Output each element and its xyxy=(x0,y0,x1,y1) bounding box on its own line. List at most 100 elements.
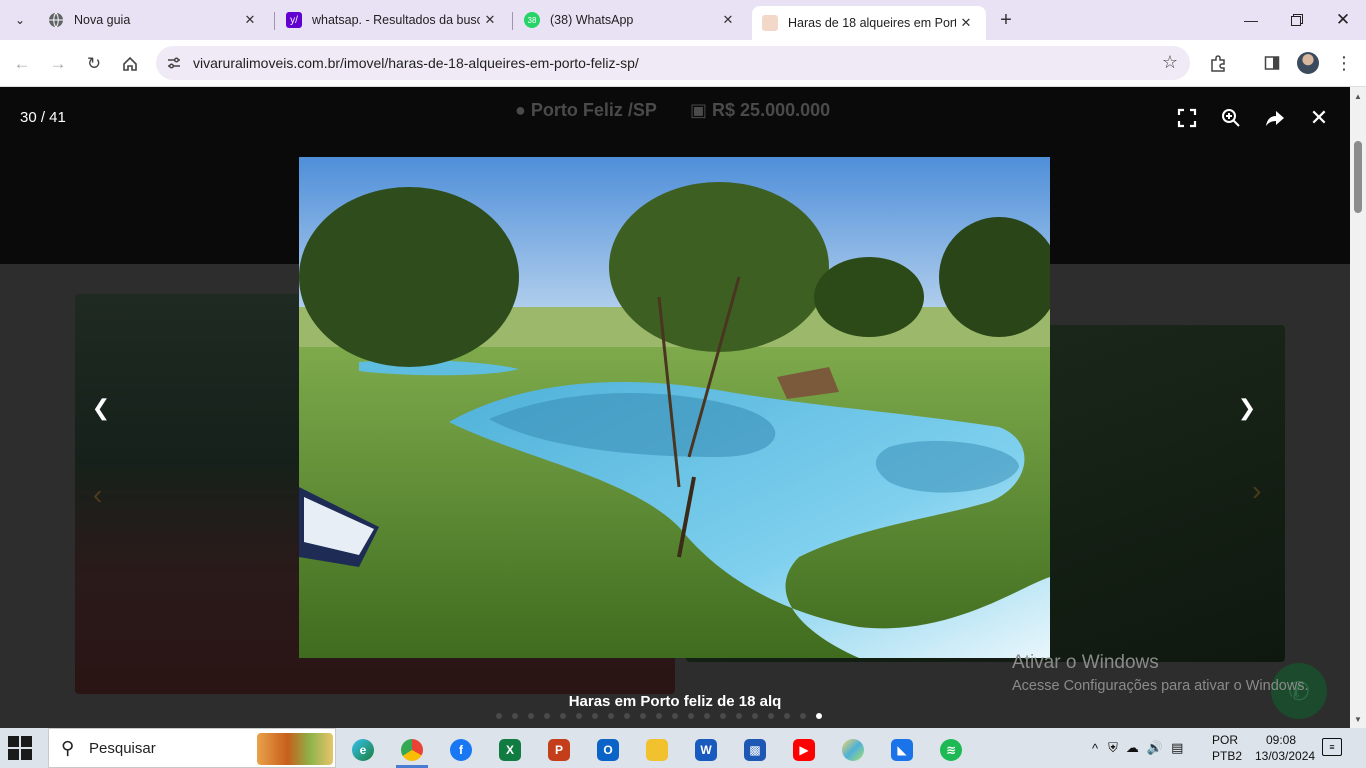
chevron-up-icon[interactable]: ^ xyxy=(1092,741,1098,756)
close-lightbox-button[interactable]: ✕ xyxy=(1304,103,1334,133)
word-icon[interactable]: W xyxy=(686,732,726,768)
pagination-dot[interactable] xyxy=(688,713,694,719)
tab-whatsap-busca[interactable]: y/ whatsap. - Resultados da busca ✕ xyxy=(276,4,510,36)
language-indicator[interactable]: POR PTB2 xyxy=(1212,732,1242,764)
excel-icon[interactable]: X xyxy=(490,732,530,768)
outlook-icon[interactable]: O xyxy=(588,732,628,768)
pagination-dot[interactable] xyxy=(672,713,678,719)
app2-icon[interactable]: ◣ xyxy=(882,732,922,768)
pagination-dot[interactable] xyxy=(592,713,598,719)
notifications-icon[interactable]: ≡ xyxy=(1322,738,1342,756)
home-button[interactable] xyxy=(116,50,144,78)
tab-whatsapp[interactable]: 38 (38) WhatsApp ✕ xyxy=(514,4,748,36)
previous-image-button[interactable]: ❮ xyxy=(86,393,116,423)
reload-button[interactable]: ↻ xyxy=(80,50,108,78)
pagination-dot[interactable] xyxy=(608,713,614,719)
zoom-in-button[interactable] xyxy=(1216,103,1246,133)
restore-icon xyxy=(1291,14,1303,26)
address-bar[interactable]: vivaruralimoveis.com.br/imovel/haras-de-… xyxy=(156,46,1190,80)
close-tab-icon[interactable]: ✕ xyxy=(718,10,738,30)
pagination-dot[interactable] xyxy=(752,713,758,719)
extensions-icon[interactable] xyxy=(1206,51,1230,75)
whatsapp-icon: 38 xyxy=(524,12,540,28)
next-image-button[interactable]: ❯ xyxy=(1232,393,1262,423)
pagination-dot[interactable] xyxy=(512,713,518,719)
system-tray: ^ ⛨ ☁ 🔊 ▤ xyxy=(1092,728,1191,768)
edge-icon[interactable]: e xyxy=(343,732,383,768)
restore-button[interactable] xyxy=(1274,0,1320,40)
pagination-dot[interactable] xyxy=(528,713,534,719)
scroll-up-icon[interactable]: ▲ xyxy=(1350,89,1366,103)
start-button[interactable] xyxy=(8,736,32,760)
page-scrollbar[interactable]: ▲ ▼ xyxy=(1350,87,1366,728)
browser-toolbar: ← → ↻ vivaruralimoveis.com.br/imovel/har… xyxy=(0,40,1366,87)
pagination-dot[interactable] xyxy=(656,713,662,719)
share-icon xyxy=(1266,111,1284,126)
pagination-dot[interactable] xyxy=(496,713,502,719)
url-text[interactable]: vivaruralimoveis.com.br/imovel/haras-de-… xyxy=(193,55,639,71)
profile-avatar[interactable] xyxy=(1297,52,1319,74)
photo-caption: Haras em Porto feliz de 18 alq xyxy=(568,693,782,710)
app-icon[interactable]: ▩ xyxy=(735,732,775,768)
scrollbar-thumb[interactable] xyxy=(1354,141,1362,213)
pagination-dot[interactable] xyxy=(768,713,774,719)
search-icon: ⚲ xyxy=(61,738,75,758)
bookmark-star-icon[interactable]: ☆ xyxy=(1162,52,1178,73)
close-tab-icon[interactable]: ✕ xyxy=(956,13,976,33)
network-icon[interactable]: ▤ xyxy=(1171,740,1183,756)
pagination-dot[interactable] xyxy=(576,713,582,719)
tab-separator xyxy=(274,12,275,30)
forward-button[interactable]: → xyxy=(44,50,72,78)
scroll-down-icon[interactable]: ▼ xyxy=(1350,712,1366,726)
image-counter: 30 / 41 xyxy=(20,109,66,126)
gallery-pagination[interactable] xyxy=(496,713,822,719)
side-panel-icon[interactable] xyxy=(1260,51,1284,75)
facebook-icon[interactable]: f xyxy=(441,732,481,768)
pagination-dot[interactable] xyxy=(816,713,822,719)
tab-title: Haras de 18 alqueires em Porto xyxy=(788,16,956,30)
file-explorer-icon[interactable] xyxy=(637,732,677,768)
minimize-button[interactable]: — xyxy=(1228,0,1274,40)
security-icon[interactable]: ⛨ xyxy=(1108,740,1118,756)
windows-taskbar: ⚲ Pesquisar e f X P O W ▩ ▶ ◣ ≋ ^ ⛨ ☁ 🔊 … xyxy=(0,728,1366,768)
new-tab-button[interactable]: + xyxy=(994,8,1018,32)
close-tab-icon[interactable]: ✕ xyxy=(240,10,260,30)
back-button[interactable]: ← xyxy=(8,50,36,78)
tab-haras-active[interactable]: Haras de 18 alqueires em Porto ✕ xyxy=(752,6,986,40)
tab-nova-guia[interactable]: Nova guia ✕ xyxy=(38,4,270,36)
onedrive-icon[interactable]: ☁ xyxy=(1126,740,1139,756)
share-button[interactable] xyxy=(1260,103,1290,133)
pagination-dot[interactable] xyxy=(624,713,630,719)
tab-search-button[interactable]: ⌄ xyxy=(6,6,34,34)
site-info-icon[interactable] xyxy=(166,55,182,71)
globe-icon xyxy=(48,12,64,28)
location-label: ● Porto Feliz /SP xyxy=(515,100,657,120)
zoom-in-icon xyxy=(1222,109,1240,127)
pagination-dot[interactable] xyxy=(544,713,550,719)
taskbar-search[interactable]: ⚲ Pesquisar xyxy=(48,728,336,768)
pagination-dot[interactable] xyxy=(720,713,726,719)
pagination-dot[interactable] xyxy=(560,713,566,719)
menu-kebab-icon[interactable]: ⋮ xyxy=(1332,51,1356,75)
fullscreen-button[interactable] xyxy=(1172,103,1202,133)
close-window-button[interactable]: ✕ xyxy=(1320,0,1366,40)
close-tab-icon[interactable]: ✕ xyxy=(480,10,500,30)
chrome-icon[interactable] xyxy=(392,732,432,768)
gallery-photo[interactable] xyxy=(299,157,1050,658)
fullscreen-icon xyxy=(1177,108,1197,128)
paint-icon[interactable] xyxy=(833,732,873,768)
powerpoint-icon[interactable]: P xyxy=(539,732,579,768)
volume-icon[interactable]: 🔊 xyxy=(1147,740,1163,756)
pagination-dot[interactable] xyxy=(800,713,806,719)
search-placeholder: Pesquisar xyxy=(89,740,156,757)
pagination-dot[interactable] xyxy=(784,713,790,719)
taskbar-clock[interactable]: 09:08 13/03/2024 xyxy=(1255,732,1315,764)
youtube-icon[interactable]: ▶ xyxy=(784,732,824,768)
pagination-dot[interactable] xyxy=(640,713,646,719)
watermark-title: Ativar o Windows xyxy=(1012,652,1159,673)
spotify-icon[interactable]: ≋ xyxy=(931,732,971,768)
pagination-dot[interactable] xyxy=(736,713,742,719)
pagination-dot[interactable] xyxy=(704,713,710,719)
home-icon xyxy=(123,56,137,71)
yahoo-icon: y/ xyxy=(286,12,302,28)
